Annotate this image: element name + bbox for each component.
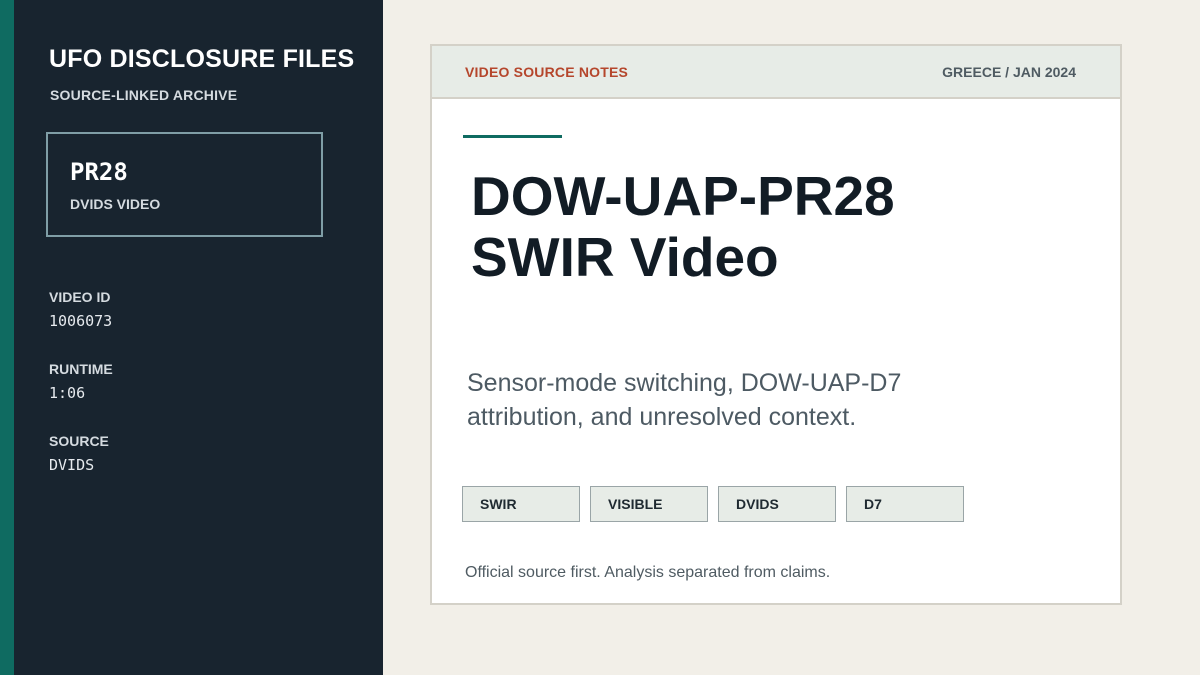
video-notes-card: VIDEO SOURCE NOTES GREECE / JAN 2024 DOW… <box>430 44 1122 605</box>
meta-value: 1006073 <box>49 312 113 330</box>
card-section-label: VIDEO SOURCE NOTES <box>465 64 629 80</box>
meta-video-id: VIDEO ID 1006073 <box>49 289 112 330</box>
card-location-date: GREECE / JAN 2024 <box>942 64 1076 80</box>
file-code: PR28 <box>70 158 128 186</box>
video-title-line-2: SWIR Video <box>471 226 779 288</box>
meta-runtime: RUNTIME 1:06 <box>49 361 113 402</box>
page: UFO DISCLOSURE FILES SOURCE-LINKED ARCHI… <box>0 0 1200 675</box>
accent-rule <box>463 135 562 138</box>
video-title-line-1: DOW-UAP-PR28 <box>471 165 895 227</box>
archive-subtitle: SOURCE-LINKED ARCHIVE <box>50 87 238 103</box>
video-summary-line-2: attribution, and unresolved context. <box>467 403 857 431</box>
tag-swir[interactable]: SWIR <box>462 486 580 522</box>
video-summary: Sensor-mode switching, DOW-UAP-D7 attrib… <box>467 366 1067 434</box>
sidebar: UFO DISCLOSURE FILES SOURCE-LINKED ARCHI… <box>0 0 383 675</box>
meta-value: DVIDS <box>49 456 95 474</box>
tag-d7[interactable]: D7 <box>846 486 964 522</box>
tag-dvids[interactable]: DVIDS <box>718 486 836 522</box>
video-title: DOW-UAP-PR28 SWIR Video <box>471 166 1091 288</box>
meta-label: RUNTIME <box>49 361 113 377</box>
file-id-card: PR28 DVIDS VIDEO <box>46 132 323 237</box>
meta-label: SOURCE <box>49 433 109 449</box>
meta-source: SOURCE DVIDS <box>49 433 109 474</box>
tag-visible[interactable]: VISIBLE <box>590 486 708 522</box>
meta-label: VIDEO ID <box>49 289 111 305</box>
card-header: VIDEO SOURCE NOTES GREECE / JAN 2024 <box>432 46 1120 99</box>
footer-note: Official source first. Analysis separate… <box>465 564 831 581</box>
archive-title: UFO DISCLOSURE FILES <box>49 45 355 73</box>
sidebar-accent-bar <box>0 0 14 675</box>
file-type: DVIDS VIDEO <box>70 196 161 212</box>
meta-value: 1:06 <box>49 384 86 402</box>
video-summary-line-1: Sensor-mode switching, DOW-UAP-D7 <box>467 369 902 397</box>
